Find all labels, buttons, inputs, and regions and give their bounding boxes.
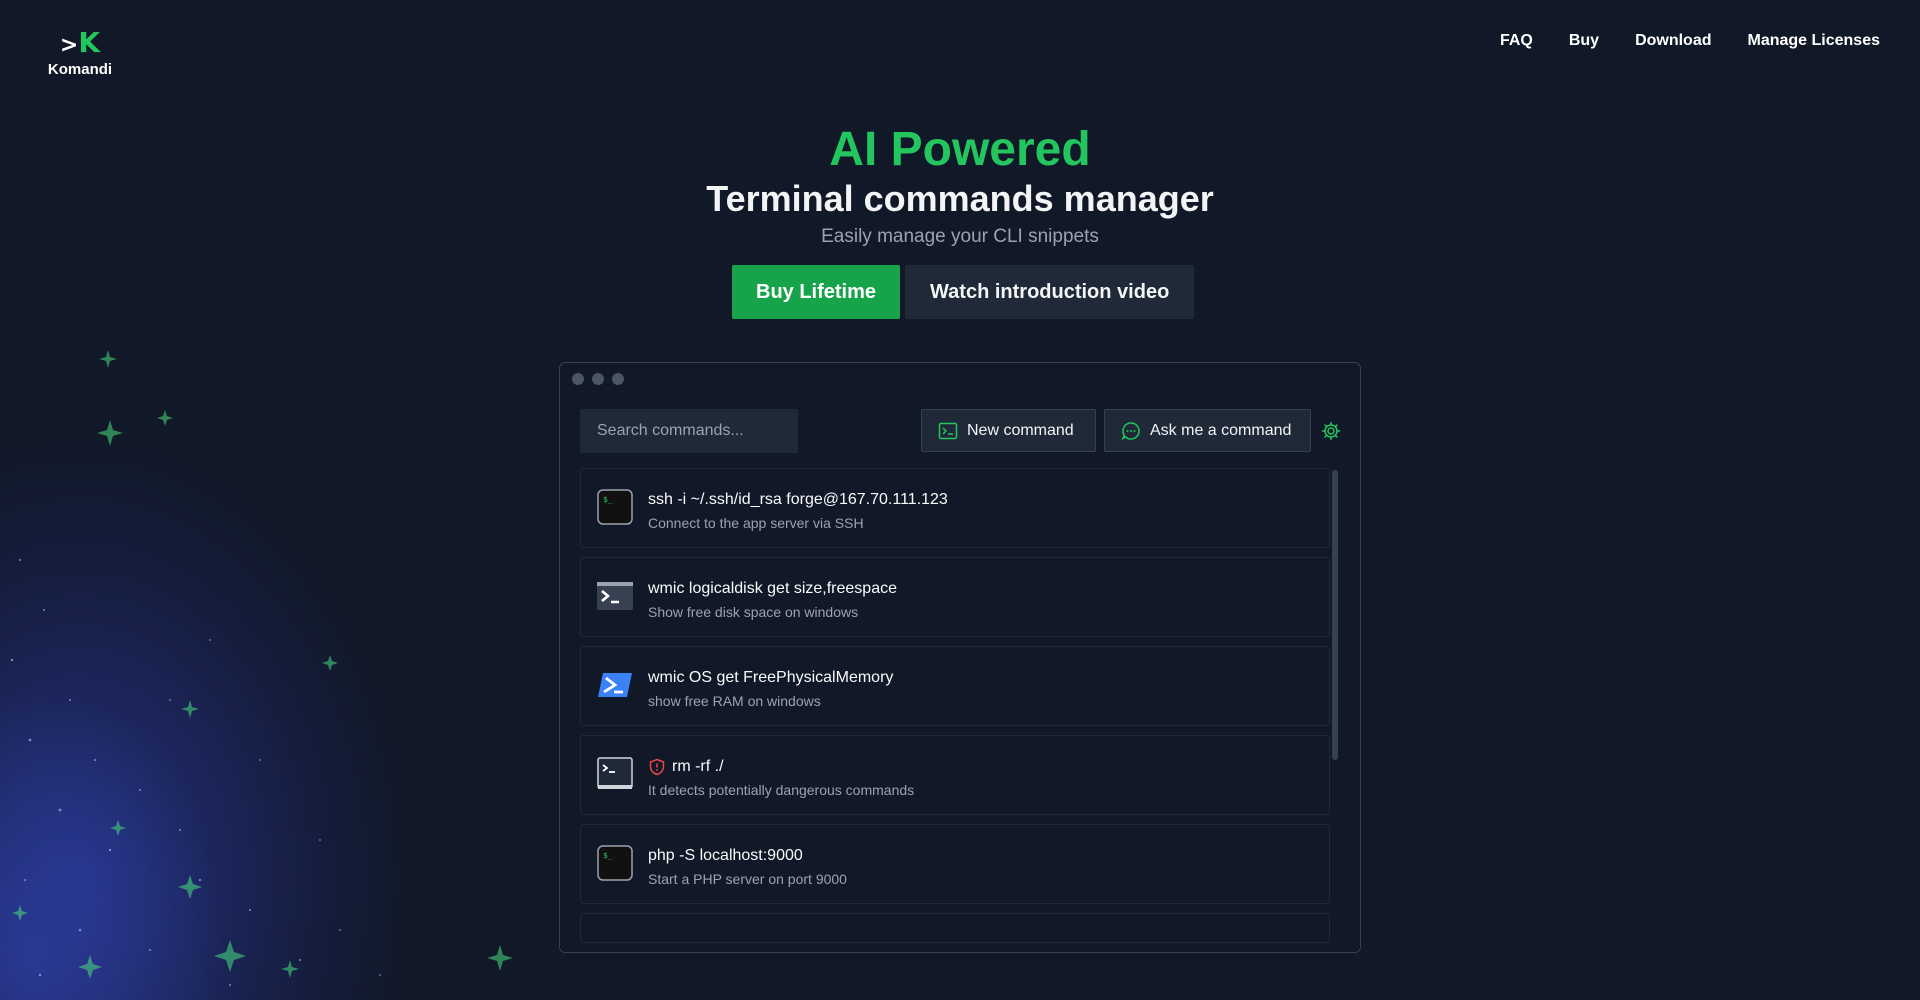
command-description: Connect to the app server via SSH	[648, 515, 864, 531]
top-bar: >K Komandi FAQ Buy Download Manage Licen…	[0, 0, 1920, 100]
hero-subtitle: Terminal commands manager	[706, 178, 1214, 219]
nav-manage-licenses[interactable]: Manage Licenses	[1748, 32, 1881, 50]
ask-command-label: Ask me a command	[1150, 421, 1292, 439]
nav-buy[interactable]: Buy	[1569, 32, 1599, 50]
gear-icon[interactable]	[1321, 421, 1341, 441]
app-preview-window: New command Ask me a command $_ ssh -i ~…	[559, 362, 1361, 953]
hero-tagline: Easily manage your CLI snippets	[821, 226, 1099, 247]
command-text: rm -rf ./	[672, 758, 724, 775]
window-dot-icon	[592, 373, 604, 385]
logo-letter: K	[78, 26, 101, 59]
buy-lifetime-button[interactable]: Buy Lifetime	[732, 265, 901, 319]
command-text-row: rm -rf ./	[648, 757, 914, 777]
shield-alert-icon	[649, 758, 665, 776]
command-item[interactable]: wmic logicaldisk get size,freespace Show…	[580, 557, 1330, 637]
command-text: ssh -i ~/.ssh/id_rsa forge@167.70.111.12…	[648, 491, 948, 508]
nav-faq[interactable]: FAQ	[1500, 32, 1533, 50]
terminal-window-icon	[597, 757, 633, 789]
window-controls	[572, 373, 624, 385]
brand-name: Komandi	[47, 61, 113, 78]
hero: AI Powered Terminal commands manager Eas…	[0, 122, 1920, 248]
main-nav: FAQ Buy Download Manage Licenses	[1500, 32, 1880, 50]
hero-title: AI Powered	[829, 123, 1091, 176]
svg-text:$_: $_	[603, 851, 613, 860]
command-description: Start a PHP server on port 9000	[648, 871, 847, 887]
terminal-green-icon: $_	[597, 489, 633, 525]
powershell-icon	[598, 673, 632, 697]
new-command-button[interactable]: New command	[921, 409, 1096, 452]
command-list: $_ ssh -i ~/.ssh/id_rsa forge@167.70.111…	[580, 468, 1330, 952]
command-text: php -S localhost:9000	[648, 847, 803, 864]
nav-download[interactable]: Download	[1635, 32, 1711, 50]
cmd-prompt-icon	[597, 582, 633, 610]
command-item[interactable]: rm -rf ./ It detects potentially dangero…	[580, 735, 1330, 815]
logo-mark: >K	[40, 28, 120, 61]
command-text: wmic logicaldisk get size,freespace	[648, 580, 897, 597]
command-item[interactable]: wmic OS get FreePhysicalMemory show free…	[580, 646, 1330, 726]
chat-bubble-icon	[1121, 421, 1140, 440]
ask-command-button[interactable]: Ask me a command	[1104, 409, 1311, 452]
logo-prompt: >	[59, 33, 79, 58]
command-text: wmic OS get FreePhysicalMemory	[648, 669, 894, 686]
watch-video-button[interactable]: Watch introduction video	[905, 265, 1195, 319]
window-dot-icon	[572, 373, 584, 385]
command-item[interactable]: $_ ssh -i ~/.ssh/id_rsa forge@167.70.111…	[580, 468, 1330, 548]
svg-text:$_: $_	[603, 495, 613, 504]
command-description: Show free disk space on windows	[648, 604, 859, 620]
command-description: It detects potentially dangerous command…	[648, 782, 915, 798]
scrollbar-thumb[interactable]	[1332, 470, 1338, 760]
new-command-label: New command	[967, 421, 1074, 439]
command-description: show free RAM on windows	[648, 693, 821, 709]
app-toolbar: New command Ask me a command	[580, 409, 1341, 453]
cta-group: Buy Lifetime Watch introduction video	[732, 265, 1195, 319]
command-item[interactable]	[580, 913, 1330, 943]
brand-logo[interactable]: >K Komandi	[40, 28, 120, 79]
terminal-square-icon	[938, 422, 958, 439]
window-dot-icon	[612, 373, 624, 385]
search-input[interactable]	[580, 409, 798, 453]
terminal-green-icon: $_	[597, 845, 633, 881]
command-item[interactable]: $_ php -S localhost:9000 Start a PHP ser…	[580, 824, 1330, 904]
